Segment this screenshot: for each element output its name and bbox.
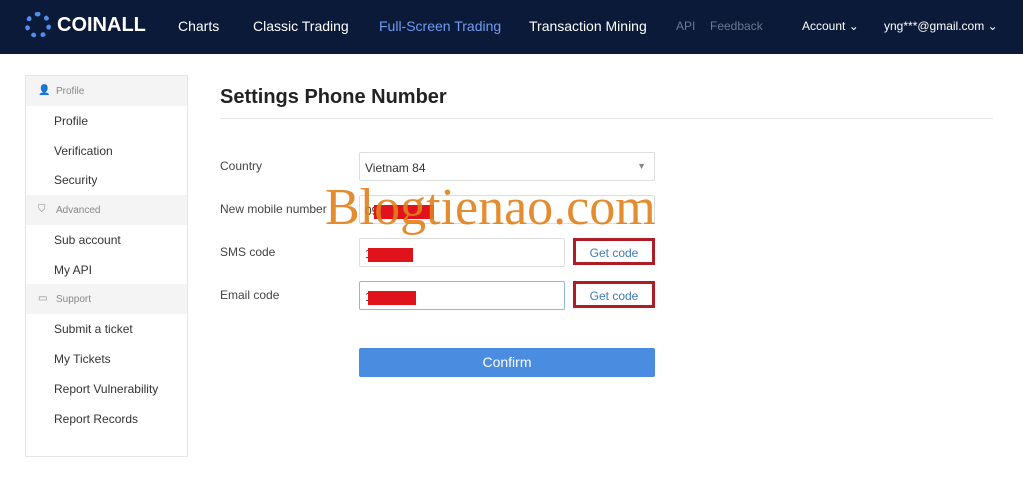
- page-title: Settings Phone Number: [220, 86, 447, 108]
- mobile-label: New mobile number: [220, 202, 327, 216]
- sidebar-item-my-tickets[interactable]: My Tickets: [26, 344, 187, 374]
- watermark: Blogtienao.com: [325, 179, 656, 236]
- email-code-label: Email code: [220, 288, 280, 302]
- nav-api[interactable]: API: [676, 19, 695, 33]
- sidebar-header-support: ▭ Support: [26, 284, 187, 315]
- chevron-down-icon: ⌄: [848, 19, 859, 33]
- sidebar-item-verification[interactable]: Verification: [26, 136, 187, 166]
- sidebar-item-sub-account[interactable]: Sub account: [26, 225, 187, 255]
- sidebar-item-profile[interactable]: Profile: [26, 106, 187, 136]
- logo-text: COINALL: [57, 13, 146, 36]
- country-label: Country: [220, 159, 263, 173]
- country-value: Vietnam 84: [365, 161, 426, 175]
- sidebar-item-submit-ticket[interactable]: Submit a ticket: [26, 314, 187, 344]
- ticket-icon: ▭: [38, 293, 48, 305]
- chevron-down-icon: ⌄: [987, 19, 998, 33]
- sidebar-item-report-records[interactable]: Report Records: [26, 404, 187, 434]
- redaction: [367, 247, 413, 262]
- account-menu[interactable]: Account ⌄: [802, 19, 859, 33]
- sidebar-item-my-api[interactable]: My API: [26, 255, 187, 285]
- sms-label: SMS code: [220, 245, 276, 259]
- section-label: Profile: [56, 86, 85, 97]
- email-get-code-button[interactable]: Get code: [573, 281, 655, 308]
- shield-icon: ⛉: [38, 204, 46, 216]
- nav-transaction-mining[interactable]: Transaction Mining: [529, 18, 647, 34]
- user-icon: 👤: [38, 85, 51, 96]
- user-menu[interactable]: yng***@gmail.com ⌄: [884, 19, 998, 33]
- sms-get-code-button[interactable]: Get code: [573, 238, 655, 265]
- coinall-logo-icon: [25, 12, 51, 38]
- section-label: Advanced: [56, 205, 101, 217]
- sidebar: 👤 Profile Profile Verification Security ⛉…: [25, 75, 188, 457]
- top-nav: COINALL Charts Classic Trading Full-Scre…: [0, 0, 1023, 54]
- sms-code-input[interactable]: 1: [359, 238, 565, 267]
- redaction: [367, 290, 416, 305]
- nav-full-screen-trading[interactable]: Full-Screen Trading: [379, 18, 501, 34]
- nav-charts[interactable]: Charts: [178, 18, 219, 34]
- nav-feedback[interactable]: Feedback: [710, 19, 763, 33]
- country-select[interactable]: Vietnam 84 ▼: [359, 152, 655, 181]
- email-code-input[interactable]: 1: [359, 281, 565, 310]
- account-label: Account: [802, 19, 846, 33]
- nav-classic-trading[interactable]: Classic Trading: [253, 18, 349, 34]
- sidebar-item-report-vulnerability[interactable]: Report Vulnerability: [26, 374, 187, 404]
- confirm-button[interactable]: Confirm: [359, 348, 655, 377]
- user-email: yng***@gmail.com: [884, 19, 985, 33]
- divider: [220, 118, 993, 119]
- caret-down-icon: ▼: [637, 161, 646, 171]
- sidebar-item-security[interactable]: Security: [26, 165, 187, 195]
- section-label: Support: [56, 294, 92, 306]
- sidebar-header-profile: 👤 Profile: [26, 76, 187, 106]
- logo[interactable]: COINALL: [25, 12, 146, 38]
- sidebar-header-advanced: ⛉ Advanced: [26, 195, 187, 226]
